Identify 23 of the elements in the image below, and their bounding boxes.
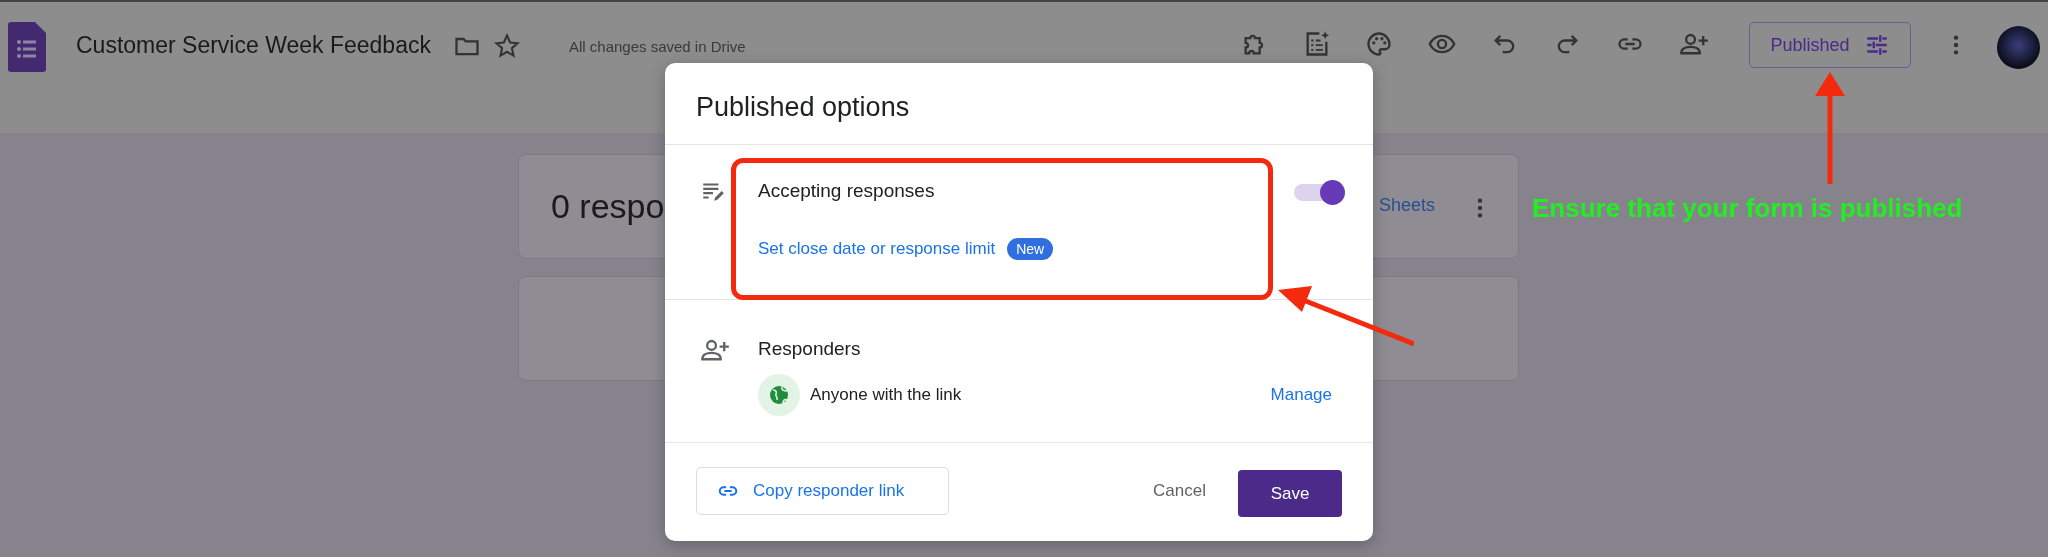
more-options-icon[interactable]: [1477, 197, 1483, 219]
copy-responder-link-button[interactable]: Copy responder link: [696, 467, 949, 515]
forms-logo-icon[interactable]: [8, 22, 46, 72]
responses-heading: 0 respo: [551, 187, 665, 226]
manage-link[interactable]: Manage: [1270, 385, 1332, 405]
globe-icon: [758, 374, 800, 416]
responders-label: Responders: [758, 338, 862, 360]
access-level-text: Anyone with the link: [810, 385, 963, 405]
save-button[interactable]: Save: [1238, 470, 1342, 517]
dialog-title: Published options: [695, 91, 911, 124]
palette-icon[interactable]: [1365, 30, 1393, 58]
accepting-responses-label: Accepting responses: [758, 180, 936, 202]
save-status: All changes saved in Drive: [568, 38, 746, 55]
form-title[interactable]: Customer Service Week Feedback: [76, 32, 431, 59]
link-to-sheets-link[interactable]: Sheets: [1379, 195, 1436, 216]
annotation-text: Ensure that your form is published: [1532, 193, 1963, 224]
more-options-icon[interactable]: [1953, 34, 1959, 56]
close-date-link[interactable]: Set close date or response limit: [758, 239, 996, 259]
cancel-button[interactable]: Cancel: [1147, 480, 1212, 502]
published-button[interactable]: Published: [1749, 22, 1911, 68]
account-avatar[interactable]: [1997, 26, 2040, 69]
new-badge: New: [1007, 238, 1054, 260]
star-icon[interactable]: [492, 32, 521, 60]
